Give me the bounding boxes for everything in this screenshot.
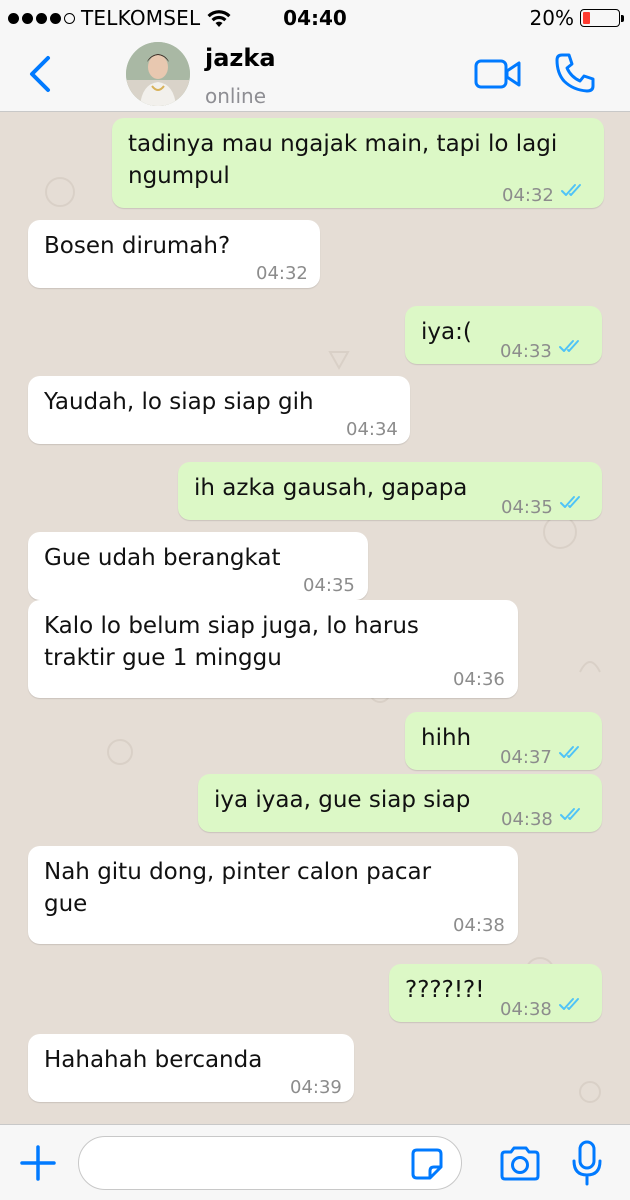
back-chevron-icon[interactable] (22, 52, 62, 96)
message-line: Nah gitu dong, pinter calon pacar (44, 859, 432, 885)
message-timestamp: 04:32 (256, 263, 308, 284)
outgoing-message[interactable]: iya iyaa, gue siap siap 04:38 (198, 774, 602, 832)
message-line: gue (44, 891, 88, 917)
message-line: Hahahah bercanda (44, 1047, 263, 1073)
chat-header: jazka online (0, 36, 630, 112)
outgoing-message[interactable]: tadinya mau ngajak main, tapi lo lagi ngu… (112, 118, 604, 208)
read-receipt-icon (559, 340, 579, 352)
message-line: iya iyaa, gue siap siap (214, 787, 471, 813)
message-text: Gue udah berangkat (44, 542, 281, 574)
plus-icon[interactable] (18, 1143, 58, 1183)
message-line: iya:( (421, 319, 472, 345)
read-receipt-icon (561, 184, 581, 196)
read-receipt-icon (560, 808, 580, 820)
incoming-message[interactable]: Hahahah bercanda 04:39 (28, 1034, 354, 1102)
incoming-message[interactable]: Gue udah berangkat 04:35 (28, 532, 368, 600)
message-line: Gue udah berangkat (44, 545, 281, 571)
read-receipt-icon (559, 998, 579, 1010)
incoming-message[interactable]: Kalo lo belum siap juga, lo harus traktir… (28, 600, 518, 698)
message-input[interactable] (78, 1136, 462, 1190)
outgoing-message[interactable]: ih azka gausah, gapapa 04:35 (178, 462, 602, 520)
message-text: iya iyaa, gue siap siap (214, 784, 470, 816)
sticker-icon[interactable] (410, 1147, 444, 1181)
avatar[interactable] (126, 42, 190, 106)
message-timestamp: 04:32 (502, 185, 554, 206)
contact-photo (126, 42, 190, 106)
incoming-message[interactable]: Bosen dirumah? 04:32 (28, 220, 320, 288)
contact-name[interactable]: jazka (205, 44, 276, 72)
message-timestamp: 04:35 (501, 497, 553, 518)
message-text: iya:( (421, 316, 472, 348)
outgoing-message[interactable]: iya:( 04:33 (405, 306, 602, 364)
battery-icon (580, 9, 624, 27)
status-bar: TELKOMSEL 04:40 20% (0, 0, 630, 36)
message-text: ih azka gausah, gapapa (194, 472, 467, 504)
outgoing-message[interactable]: ????!?! 04:38 (389, 964, 602, 1022)
message-timestamp: 04:38 (500, 999, 552, 1020)
message-text: Nah gitu dong, pinter calon pacar gue (44, 856, 431, 920)
input-bar (0, 1124, 630, 1200)
message-line: ih azka gausah, gapapa (194, 475, 468, 501)
message-timestamp: 04:38 (501, 809, 553, 830)
message-timestamp: 04:33 (500, 341, 552, 362)
read-receipt-icon (560, 496, 580, 508)
message-text: Kalo lo belum siap juga, lo harus traktir… (44, 610, 419, 674)
message-line: ????!?! (405, 977, 485, 1003)
message-text: Hahahah bercanda (44, 1044, 262, 1076)
message-text: hihh (421, 722, 471, 754)
video-call-icon[interactable] (473, 54, 523, 94)
incoming-message[interactable]: Yaudah, lo siap siap gih 04:34 (28, 376, 410, 444)
status-right: 20% (529, 6, 624, 30)
battery-level (583, 12, 590, 24)
battery-percent: 20% (529, 6, 574, 30)
message-line: Kalo lo belum siap juga, lo harus (44, 613, 419, 639)
message-list[interactable]: tadinya mau ngajak main, tapi lo lagi ngu… (0, 112, 630, 1124)
camera-icon[interactable] (498, 1145, 542, 1183)
message-timestamp: 04:35 (303, 575, 355, 596)
message-line: Bosen dirumah? (44, 233, 231, 259)
message-text: Bosen dirumah? (44, 230, 230, 262)
phone-call-icon[interactable] (553, 51, 597, 95)
incoming-message[interactable]: Nah gitu dong, pinter calon pacar gue 04:3… (28, 846, 518, 944)
message-line: hihh (421, 725, 472, 751)
outgoing-message[interactable]: hihh 04:37 (405, 712, 602, 770)
contact-status: online (205, 84, 267, 108)
message-text: ????!?! (405, 974, 484, 1006)
message-text: tadinya mau ngajak main, tapi lo lagi ngu… (128, 128, 557, 192)
message-timestamp: 04:36 (453, 669, 505, 690)
message-timestamp: 04:38 (453, 915, 505, 936)
microphone-icon[interactable] (570, 1139, 604, 1187)
message-line: traktir gue 1 minggu (44, 645, 282, 671)
message-timestamp: 04:34 (346, 419, 398, 440)
message-text: Yaudah, lo siap siap gih (44, 386, 314, 418)
message-timestamp: 04:37 (500, 747, 552, 768)
message-timestamp: 04:39 (290, 1077, 342, 1098)
read-receipt-icon (559, 746, 579, 758)
message-line: Yaudah, lo siap siap gih (44, 389, 314, 415)
message-line: tadinya mau ngajak main, tapi lo lagi (128, 131, 558, 157)
message-line: ngumpul (128, 163, 230, 189)
